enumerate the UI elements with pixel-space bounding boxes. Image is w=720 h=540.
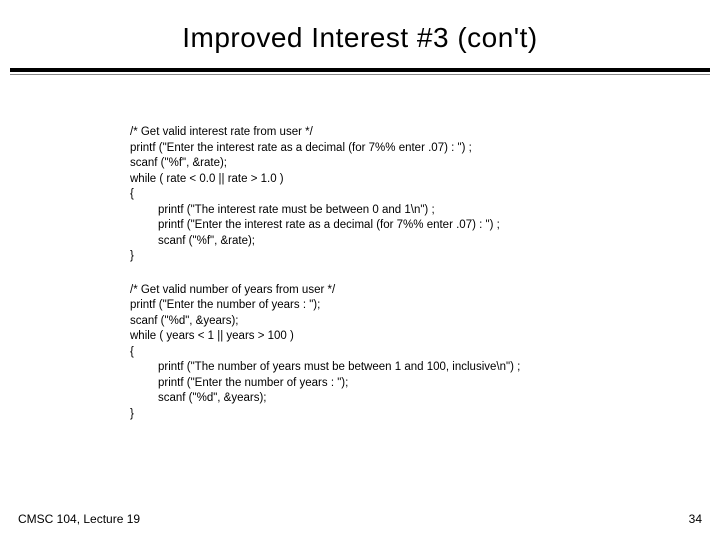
code-line: scanf ("%f", &rate); — [130, 156, 720, 172]
code-line: while ( years < 1 || years > 100 ) — [130, 329, 720, 345]
code-line: printf ("Enter the interest rate as a de… — [130, 218, 720, 234]
slide: Improved Interest #3 (con't) /* Get vali… — [0, 0, 720, 540]
code-line: } — [130, 407, 720, 423]
code-line: { — [130, 187, 720, 203]
code-line: while ( rate < 0.0 || rate > 1.0 ) — [130, 172, 720, 188]
slide-body: /* Get valid interest rate from user */ … — [0, 75, 720, 422]
footer-left: CMSC 104, Lecture 19 — [18, 512, 140, 526]
code-line: printf ("Enter the interest rate as a de… — [130, 141, 720, 157]
code-line: printf ("The interest rate must be betwe… — [130, 203, 720, 219]
code-line: printf ("Enter the number of years : "); — [130, 376, 720, 392]
title-rule-thick — [10, 68, 710, 72]
code-line: /* Get valid number of years from user *… — [130, 283, 720, 299]
code-line: printf ("Enter the number of years : "); — [130, 298, 720, 314]
page-number: 34 — [689, 512, 702, 526]
code-line: { — [130, 345, 720, 361]
code-line: scanf ("%d", &years); — [130, 391, 720, 407]
code-block-1: /* Get valid interest rate from user */ … — [130, 125, 720, 265]
code-line: scanf ("%d", &years); — [130, 314, 720, 330]
slide-title: Improved Interest #3 (con't) — [0, 0, 720, 68]
code-line: scanf ("%f", &rate); — [130, 234, 720, 250]
code-line: printf ("The number of years must be bet… — [130, 360, 720, 376]
code-block-2: /* Get valid number of years from user *… — [130, 283, 720, 423]
code-line: /* Get valid interest rate from user */ — [130, 125, 720, 141]
code-line: } — [130, 249, 720, 265]
